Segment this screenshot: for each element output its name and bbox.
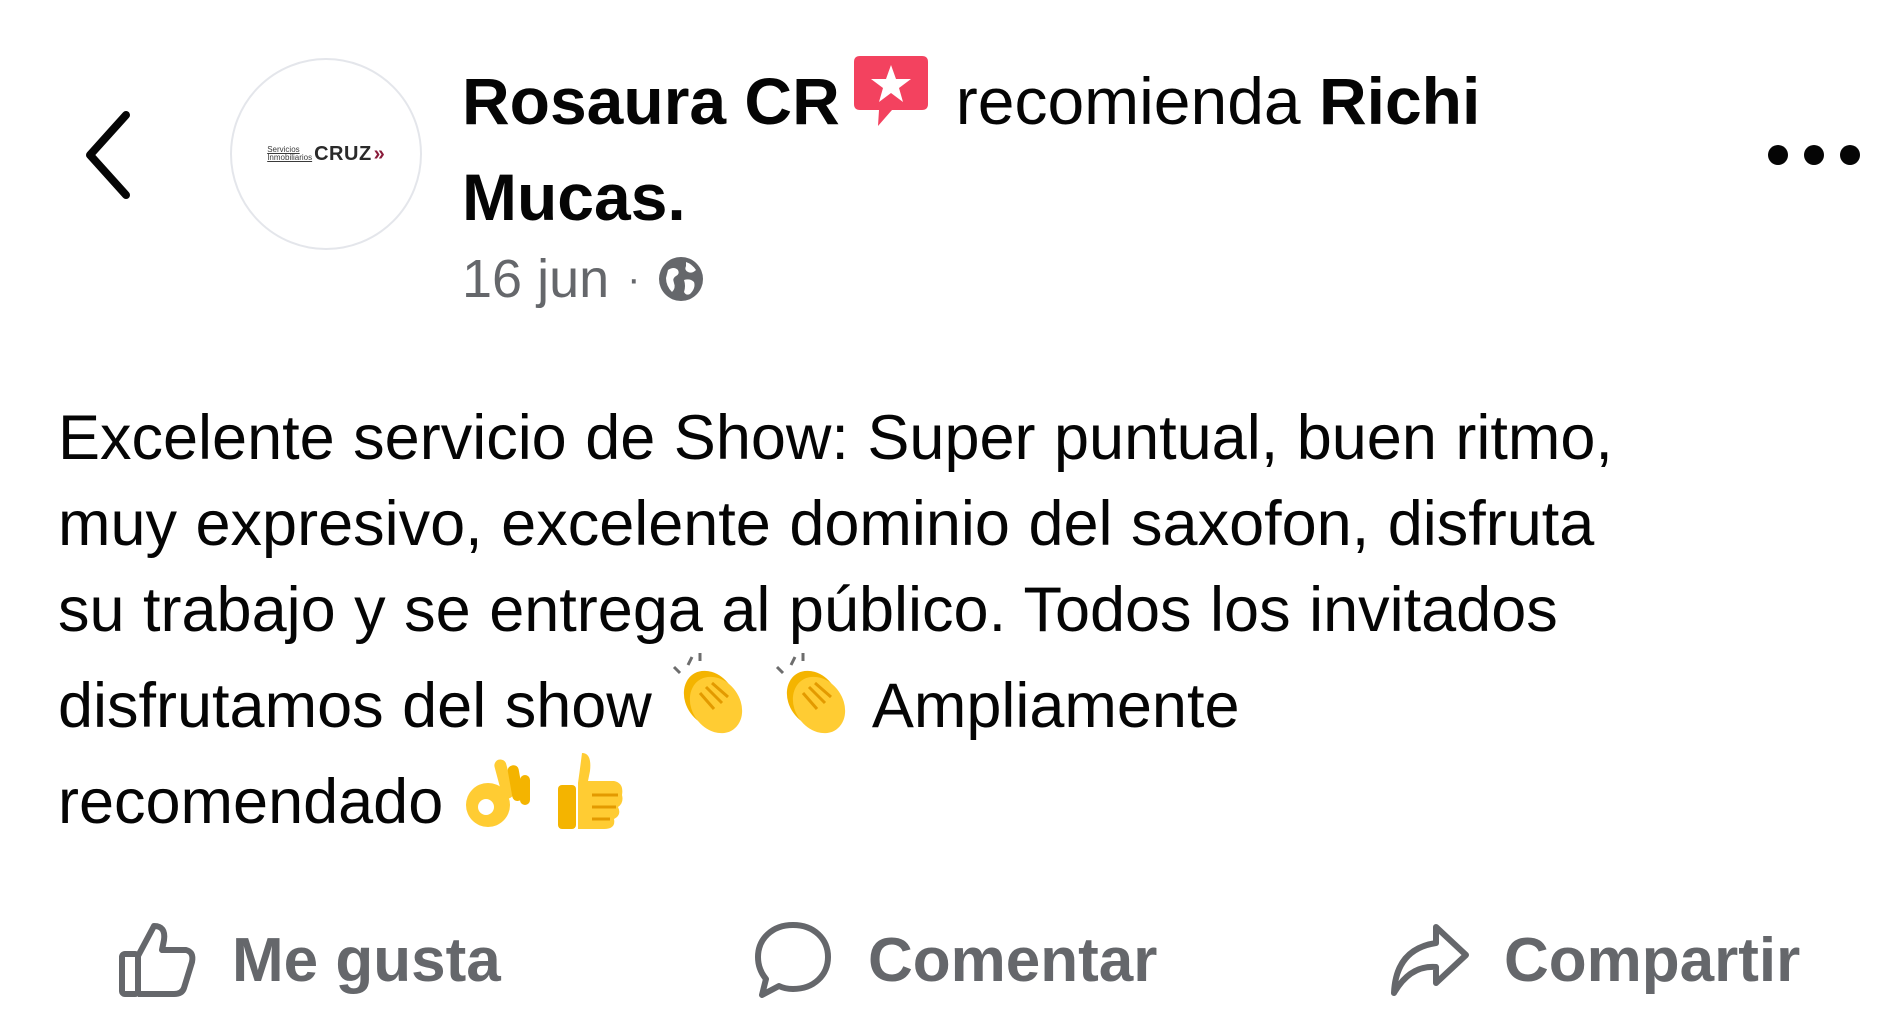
post-text-line: su trabajo y se entrega al público. Todo… xyxy=(58,575,1558,645)
post-text-line: disfrutamos del show Ampliamente xyxy=(58,653,1878,749)
post-meta: 16 jun · xyxy=(462,248,704,310)
chevron-left-icon[interactable] xyxy=(80,105,140,205)
thumbs-up-icon xyxy=(558,753,623,829)
verb-text: recomienda xyxy=(955,64,1301,138)
post-body: Excelente servicio de Show: Super puntua… xyxy=(58,395,1878,845)
globe-icon xyxy=(659,257,704,301)
post-headline: Rosaura CR recomienda Richi Mucas. xyxy=(462,52,1642,245)
author-name[interactable]: Rosaura CR xyxy=(462,64,840,138)
clapping-hands-icon xyxy=(775,653,845,734)
ok-hand-icon xyxy=(465,759,530,827)
action-bar: Me gusta Comentar Compartir xyxy=(0,910,1902,1010)
post-date[interactable]: 16 jun xyxy=(462,248,609,310)
clapping-hands-icon xyxy=(673,653,743,734)
thumbs-up-outline-icon xyxy=(119,923,196,997)
comment-bubble-icon xyxy=(755,922,831,998)
share-arrow-icon xyxy=(1391,924,1469,996)
recommendation-star-icon xyxy=(853,56,928,126)
share-button[interactable]: Compartir xyxy=(1388,910,1800,1010)
comment-button[interactable]: Comentar xyxy=(752,910,1157,1010)
separator-dot: · xyxy=(627,256,641,301)
post-text-line: Excelente servicio de Show: Super puntua… xyxy=(58,403,1613,473)
post-text-line: recomendado xyxy=(58,749,1878,845)
company-logo: Servicios Inmobiliarios CRUZ » xyxy=(267,142,385,165)
like-button[interactable]: Me gusta xyxy=(118,910,501,1010)
recommendation-post: Servicios Inmobiliarios CRUZ » Rosaura C… xyxy=(0,0,1902,1016)
post-text-line: muy expresivo, excelente dominio del sax… xyxy=(58,489,1595,559)
more-horizontal-icon[interactable] xyxy=(1766,140,1862,170)
avatar[interactable]: Servicios Inmobiliarios CRUZ » xyxy=(230,58,422,250)
